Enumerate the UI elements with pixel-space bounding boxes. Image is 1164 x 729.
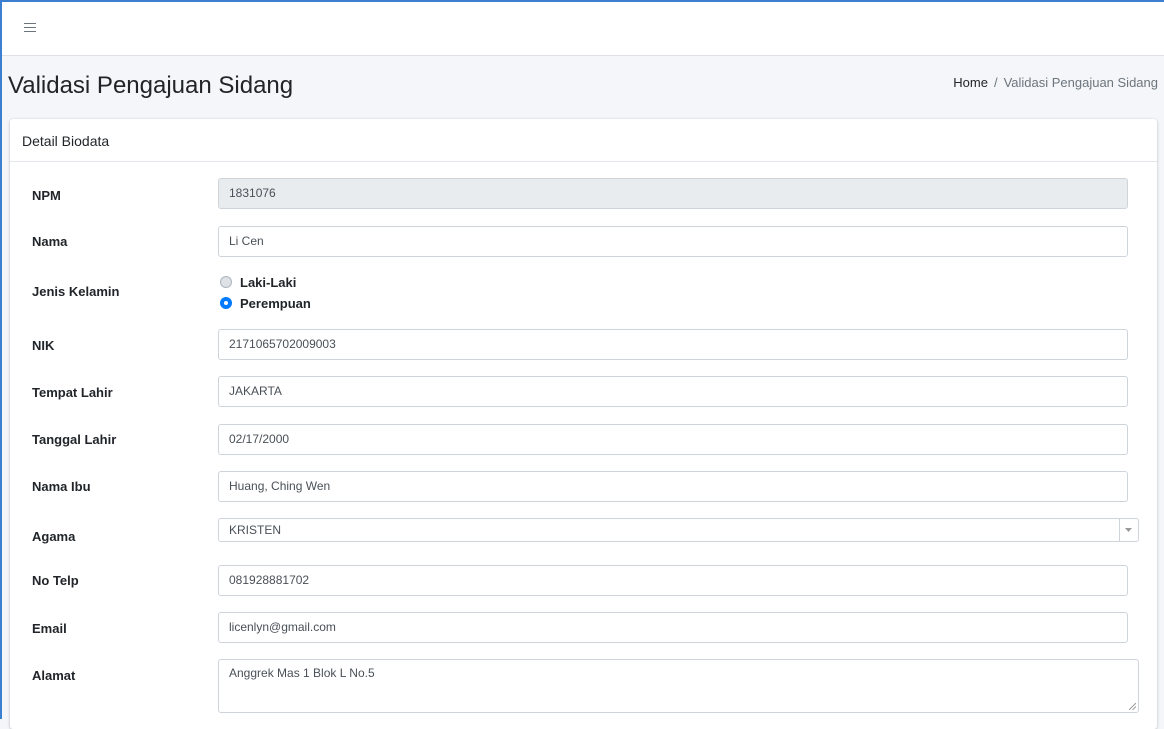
breadcrumb-current: Validasi Pengajuan Sidang	[1003, 75, 1158, 90]
nama-ibu-field[interactable]: Huang, Ching Wen	[218, 471, 1128, 502]
radio-laki-laki[interactable]: Laki-Laki	[220, 274, 296, 290]
radio-perempuan[interactable]: Perempuan	[220, 295, 311, 311]
alamat-label: Alamat	[32, 668, 76, 683]
npm-label: NPM	[32, 188, 61, 203]
alamat-textarea[interactable]: Anggrek Mas 1 Blok L No.5	[218, 659, 1139, 713]
email-field[interactable]: licenlyn@gmail.com	[218, 612, 1128, 643]
content-header: Validasi Pengajuan Sidang Home / Validasi …	[2, 56, 1164, 118]
breadcrumb-separator: /	[993, 75, 998, 90]
radio-unchecked-icon	[220, 276, 232, 288]
alamat-text: Anggrek Mas 1 Blok L No.5	[229, 666, 375, 680]
no-telp-label: No Telp	[32, 573, 79, 588]
page-title: Validasi Pengajuan Sidang	[8, 72, 294, 99]
breadcrumb: Home / Validasi Pengajuan Sidang	[953, 75, 1158, 90]
tempat-lahir-label: Tempat Lahir	[32, 385, 113, 400]
hamburger-icon[interactable]	[24, 23, 36, 33]
card-title: Detail Biodata	[10, 119, 1157, 162]
tanggal-lahir-label: Tanggal Lahir	[32, 432, 117, 447]
nik-label: NIK	[32, 338, 55, 353]
resize-handle-icon[interactable]	[1129, 703, 1136, 710]
breadcrumb-home-link[interactable]: Home	[953, 75, 988, 90]
jenis-kelamin-label: Jenis Kelamin	[32, 284, 120, 299]
tempat-lahir-field[interactable]: JAKARTA	[218, 376, 1128, 407]
nama-ibu-label: Nama Ibu	[32, 479, 91, 494]
npm-field: 1831076	[218, 178, 1128, 209]
biodata-card: Detail Biodata NPM 1831076 Nama Li Cen J…	[10, 119, 1157, 729]
radio-laki-laki-label: Laki-Laki	[240, 274, 297, 290]
nama-label: Nama	[32, 234, 68, 249]
agama-select[interactable]: KRISTEN	[218, 518, 1139, 542]
chevron-down-icon[interactable]	[1119, 519, 1138, 541]
agama-selected-value: KRISTEN	[229, 523, 282, 537]
radio-checked-icon	[220, 297, 232, 309]
radio-perempuan-label: Perempuan	[240, 295, 311, 311]
no-telp-field[interactable]: 081928881702	[218, 565, 1128, 596]
tanggal-lahir-field[interactable]: 02/17/2000	[218, 424, 1128, 455]
email-label: Email	[32, 621, 67, 636]
top-navbar	[2, 2, 1164, 56]
nama-field[interactable]: Li Cen	[218, 226, 1128, 257]
agama-label: Agama	[32, 529, 76, 544]
nik-field[interactable]: 2171065702009003	[218, 329, 1128, 360]
